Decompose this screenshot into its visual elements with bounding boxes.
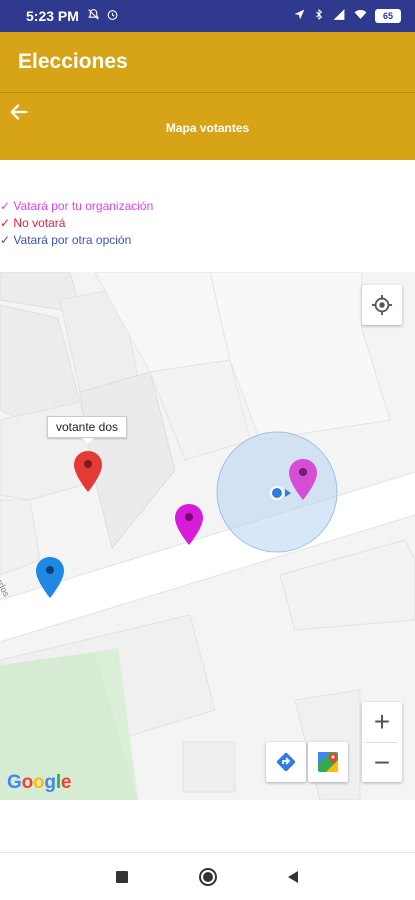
- app-screen: 5:23 PM 65 Elecciones Mapa votantes ✓ Va…: [0, 0, 415, 900]
- google-logo: Google: [7, 772, 71, 794]
- bluetooth-icon: [313, 8, 325, 24]
- marker-blue[interactable]: [35, 556, 65, 600]
- directions-icon: [276, 752, 296, 772]
- mute-icon: [87, 8, 100, 24]
- system-nav-bar: [0, 852, 415, 900]
- sub-bar: Mapa votantes: [0, 92, 415, 160]
- google-logo-letter: o: [33, 772, 45, 793]
- arrow-left-icon: [10, 104, 28, 120]
- triangle-icon: [288, 871, 298, 883]
- google-maps-icon: [318, 752, 338, 772]
- home-button[interactable]: [196, 865, 220, 889]
- legend: ✓ Vatará por tu organización ✓ No votará…: [0, 198, 153, 249]
- google-logo-letter: o: [21, 772, 34, 793]
- legend-item-no-votara: ✓ No votará: [0, 215, 153, 232]
- google-logo-letter: g: [44, 772, 56, 793]
- marker-red[interactable]: [73, 450, 103, 494]
- legend-label: Vatará por otra opción: [13, 233, 132, 247]
- google-logo-letter: G: [7, 772, 22, 793]
- my-location-button[interactable]: [362, 285, 402, 325]
- zoom-out-button[interactable]: −: [362, 743, 402, 783]
- open-in-maps-button[interactable]: [308, 742, 348, 782]
- status-bar: 5:23 PM 65: [0, 0, 415, 32]
- signal-icon: [332, 8, 346, 24]
- check-icon: ✓: [0, 199, 11, 213]
- app-bar: Elecciones: [0, 32, 415, 92]
- check-icon: ✓: [0, 233, 11, 247]
- circle-icon: [199, 868, 217, 886]
- legend-label: No votará: [13, 216, 66, 230]
- google-logo-letter: e: [60, 772, 72, 793]
- status-time: 5:23 PM: [26, 8, 79, 24]
- my-location-icon: [371, 294, 393, 316]
- marker-info-window: votante dos: [47, 416, 127, 444]
- check-icon: ✓: [0, 216, 11, 230]
- alarm-icon: [106, 8, 119, 24]
- zoom-in-button[interactable]: +: [362, 702, 402, 742]
- battery-icon: 65: [375, 9, 401, 23]
- zoom-controls: + −: [362, 702, 402, 782]
- legend-item-organizacion: ✓ Vatará por tu organización: [0, 198, 153, 215]
- location-arrow-icon: [293, 8, 306, 24]
- app-title: Elecciones: [18, 50, 128, 73]
- marker-magenta-location[interactable]: [288, 458, 318, 502]
- square-icon: [116, 871, 128, 883]
- page-subtitle: Mapa votantes: [165, 121, 250, 135]
- map-base: [0, 272, 415, 800]
- status-right: 65: [293, 8, 401, 24]
- recents-button[interactable]: [110, 865, 134, 889]
- legend-item-otra-opcion: ✓ Vatará por otra opción: [0, 232, 153, 249]
- map-view[interactable]: [0, 272, 415, 800]
- battery-level: 65: [382, 11, 393, 21]
- wifi-icon: [353, 8, 368, 24]
- directions-button[interactable]: [266, 742, 306, 782]
- marker-magenta-road[interactable]: [174, 503, 204, 547]
- legend-label: Vatará por tu organización: [13, 199, 154, 213]
- nav-back-button[interactable]: [281, 865, 305, 889]
